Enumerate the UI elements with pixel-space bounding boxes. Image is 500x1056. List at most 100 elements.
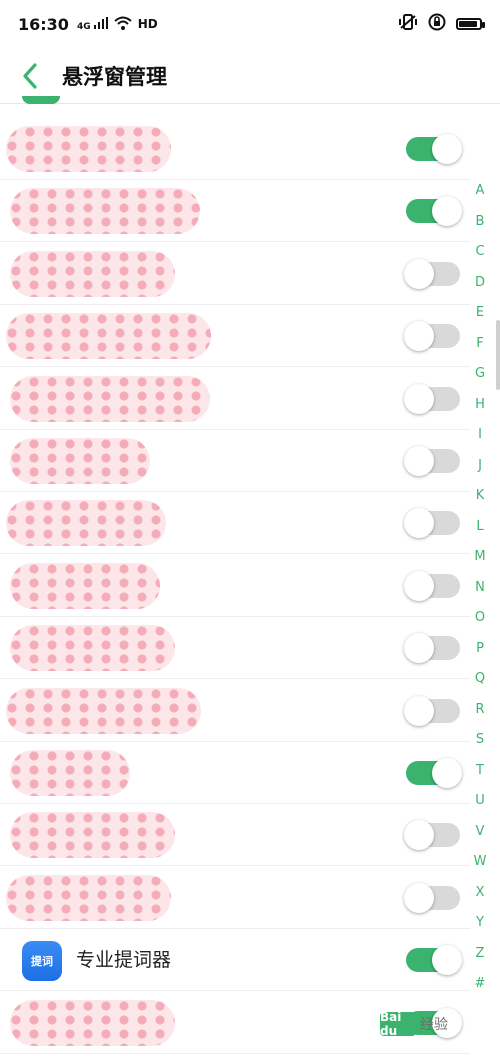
app-row[interactable] <box>0 555 470 617</box>
redacted-app-info <box>6 313 211 360</box>
floating-window-toggle[interactable] <box>404 446 460 476</box>
app-row[interactable] <box>0 492 470 555</box>
index-letter[interactable]: T <box>468 756 492 787</box>
index-letter[interactable]: M <box>468 542 492 573</box>
index-letter[interactable]: V <box>468 817 492 848</box>
toggle-knob <box>432 134 462 164</box>
app-row[interactable] <box>0 680 470 742</box>
watermark-text: 经验 <box>420 1017 448 1033</box>
floating-window-toggle[interactable] <box>404 633 460 664</box>
floating-window-toggle[interactable] <box>404 695 460 726</box>
index-letter[interactable]: Y <box>468 908 492 939</box>
index-letter[interactable]: Z <box>468 939 492 970</box>
alphabet-index[interactable]: A B C D E F G H I J K L M N O P Q R S T U V W X Y Z # <box>468 176 492 1000</box>
app-row[interactable] <box>0 243 470 305</box>
status-icons: 4G HD <box>77 15 158 34</box>
network-label: 4G <box>76 21 91 32</box>
app-bar: 悬浮窗管理 <box>0 48 500 104</box>
floating-window-toggle[interactable] <box>406 758 462 788</box>
toggle-knob <box>404 446 434 476</box>
redacted-app-info <box>10 188 200 235</box>
index-letter[interactable]: D <box>468 268 492 299</box>
index-letter[interactable]: J <box>468 451 492 482</box>
index-letter[interactable]: C <box>468 237 492 268</box>
redacted-app-info <box>6 874 171 921</box>
toggle-knob <box>404 570 434 601</box>
redacted-app-info <box>10 812 175 859</box>
toggle-knob <box>432 758 462 788</box>
status-right <box>398 13 485 35</box>
redacted-app-info <box>10 750 130 796</box>
app-row[interactable]: 提词 专业提词器 <box>0 929 470 992</box>
index-letter[interactable]: L <box>468 512 492 543</box>
index-letter[interactable]: X <box>468 878 492 909</box>
redacted-app-info <box>10 375 210 422</box>
app-row[interactable] <box>0 867 470 929</box>
wifi-icon <box>114 15 132 34</box>
lock-rotation-icon <box>428 13 446 35</box>
index-letter[interactable]: O <box>468 603 492 634</box>
index-letter[interactable]: A <box>468 176 492 207</box>
floating-window-toggle[interactable] <box>404 508 460 539</box>
vibrate-icon <box>398 14 418 34</box>
app-row[interactable] <box>0 804 470 867</box>
index-letter[interactable]: I <box>468 420 492 451</box>
app-row[interactable] <box>0 305 470 368</box>
index-letter[interactable]: W <box>468 847 492 878</box>
app-row[interactable] <box>0 368 470 430</box>
index-letter[interactable]: G <box>468 359 492 390</box>
status-time: 16:30 <box>18 14 69 34</box>
index-letter[interactable]: N <box>468 573 492 604</box>
redacted-app-info <box>10 438 150 484</box>
toggle-knob <box>432 196 462 227</box>
battery-icon <box>456 18 485 30</box>
redacted-app-info <box>10 625 175 672</box>
floating-window-toggle[interactable] <box>404 383 460 414</box>
redacted-app-info <box>6 687 201 734</box>
redacted-app-info <box>10 999 175 1046</box>
redacted-app-info <box>10 562 160 609</box>
index-letter[interactable]: E <box>468 298 492 329</box>
status-left: 16:30 4G HD <box>18 15 158 34</box>
page-title: 悬浮窗管理 <box>62 64 167 89</box>
partial-app-icon <box>22 96 60 104</box>
index-letter[interactable]: H <box>468 390 492 421</box>
chevron-left-icon[interactable] <box>16 62 44 90</box>
index-letter[interactable]: # <box>468 969 492 1000</box>
status-bar: 16:30 4G HD <box>0 0 500 48</box>
watermark: Bai du 经验 <box>380 1008 480 1040</box>
index-letter[interactable]: S <box>468 725 492 756</box>
app-icon: 提词 <box>22 941 62 982</box>
toggle-knob <box>404 508 434 539</box>
redacted-app-info <box>6 126 171 172</box>
floating-window-toggle[interactable] <box>404 570 460 601</box>
floating-window-toggle[interactable] <box>404 882 460 913</box>
index-letter[interactable]: R <box>468 695 492 726</box>
toggle-knob <box>404 633 434 664</box>
toggle-knob <box>404 383 434 414</box>
index-letter[interactable]: B <box>468 207 492 238</box>
toggle-knob <box>404 882 434 913</box>
floating-window-toggle[interactable] <box>404 258 460 289</box>
index-letter[interactable]: U <box>468 786 492 817</box>
redacted-app-info <box>10 250 175 297</box>
index-letter[interactable]: Q <box>468 664 492 695</box>
battery-fill <box>459 21 477 27</box>
floating-window-toggle[interactable] <box>404 321 460 352</box>
floating-window-toggle[interactable] <box>406 196 462 227</box>
scrollbar-handle[interactable] <box>496 320 500 390</box>
index-letter[interactable]: P <box>468 634 492 665</box>
floating-window-toggle[interactable] <box>406 134 462 164</box>
floating-window-toggle[interactable] <box>406 945 462 976</box>
app-row[interactable] <box>0 180 470 243</box>
app-row[interactable] <box>0 742 470 804</box>
app-row[interactable] <box>0 430 470 492</box>
floating-window-toggle[interactable] <box>404 820 460 851</box>
hd-label: HD <box>137 17 158 31</box>
app-row[interactable] <box>0 617 470 680</box>
index-letter[interactable]: K <box>468 481 492 512</box>
toggle-knob <box>404 321 434 352</box>
app-row[interactable] <box>0 118 470 180</box>
index-letter[interactable]: F <box>468 329 492 360</box>
toggle-knob <box>404 258 434 289</box>
